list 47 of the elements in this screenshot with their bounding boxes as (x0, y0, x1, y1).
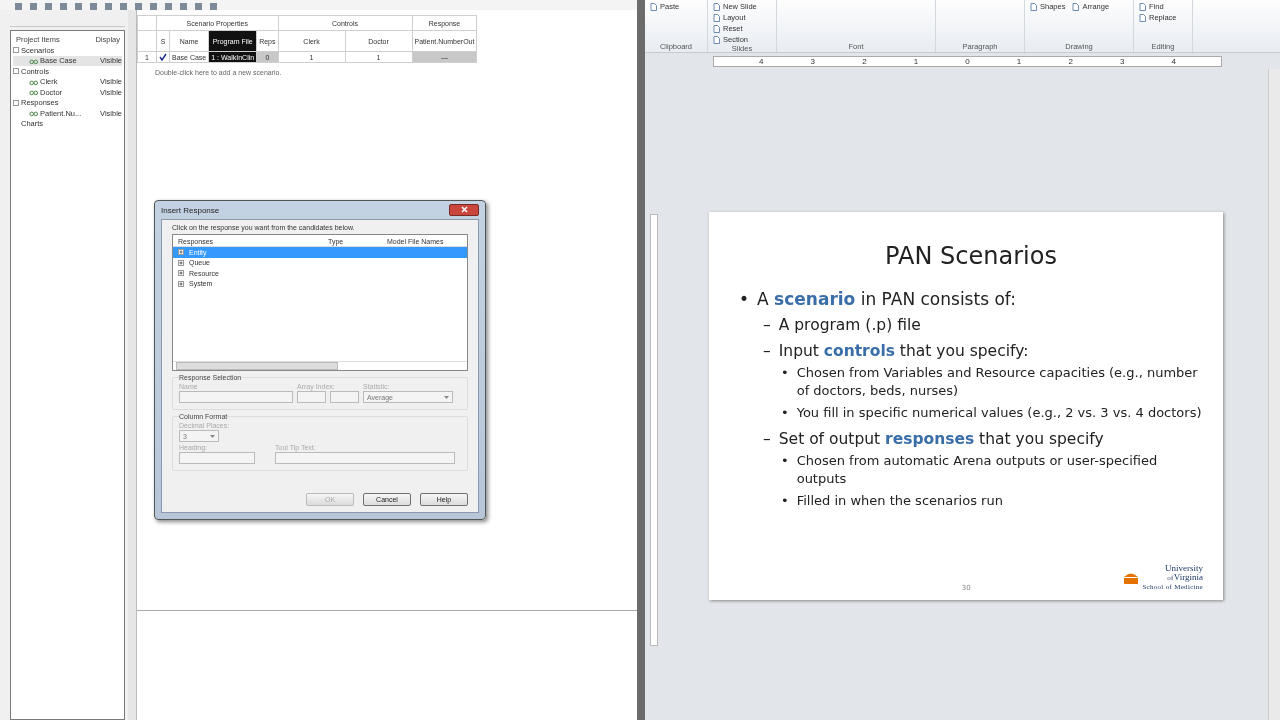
collapse-icon[interactable] (13, 47, 19, 54)
expand-icon[interactable] (178, 259, 184, 266)
bullet-mark: • (739, 288, 750, 311)
bullet-text: Set of output responses that you specify (778, 429, 1104, 450)
checkbox[interactable] (156, 51, 170, 63)
bullet-mark: – (763, 429, 771, 450)
collapse-icon[interactable] (13, 68, 19, 75)
bullet-mark: – (763, 341, 771, 362)
bullet-text: Input controls that you specify: (778, 341, 1029, 362)
expand-icon[interactable] (178, 280, 184, 287)
expand-icon[interactable] (178, 249, 184, 256)
scrollbar[interactable] (1268, 69, 1280, 720)
rotunda-icon (1123, 571, 1140, 585)
glasses-icon (29, 56, 38, 65)
document-icon (1029, 2, 1038, 11)
bullet-text: Filled in when the scenarios run (796, 492, 1003, 510)
caret-icon[interactable] (210, 434, 215, 438)
logo-text: University (1164, 564, 1203, 573)
dialog-title: Insert Response (161, 205, 220, 215)
horizontal-ruler: 4 3 2 1 0 1 2 3 4 (713, 55, 1222, 67)
bullet-text: You fill in specific numerical values (e.g., 2 vs. 3 vs. 4 doctors) (796, 404, 1202, 422)
heading-field[interactable] (179, 452, 255, 464)
name-field[interactable] (179, 391, 293, 403)
index-field[interactable] (330, 391, 359, 403)
collapse-icon[interactable] (13, 99, 19, 106)
bullet-mark: – (763, 315, 771, 336)
scrollbar[interactable] (173, 361, 467, 370)
bullet-text: Chosen from Variables and Resource capacities (e.g., number of doctors, beds, nurses) (796, 364, 1199, 400)
tooltip-field[interactable] (275, 452, 455, 464)
index-field[interactable] (297, 391, 326, 403)
bullet-text: A program (.p) file (778, 315, 921, 336)
bullet-mark: • (781, 452, 789, 470)
bullet-text: Chosen from automatic Arena outputs or user-specified outputs (796, 452, 1159, 488)
bullet-mark: • (781, 404, 789, 422)
document-icon (649, 2, 658, 11)
glasses-icon (29, 109, 38, 118)
expand-icon[interactable] (178, 270, 184, 277)
slide-title: PAN Scenarios (884, 242, 1058, 270)
close-icon[interactable] (460, 205, 468, 213)
bullet-mark: • (781, 492, 789, 510)
glasses-icon (29, 88, 38, 97)
close-button[interactable] (449, 204, 479, 216)
document-icon (1071, 2, 1081, 11)
glasses-icon (29, 77, 38, 86)
bullet-mark: • (781, 364, 789, 382)
caret-icon[interactable] (444, 395, 449, 399)
bullet-text: A scenario in PAN consists of: (757, 288, 1016, 311)
